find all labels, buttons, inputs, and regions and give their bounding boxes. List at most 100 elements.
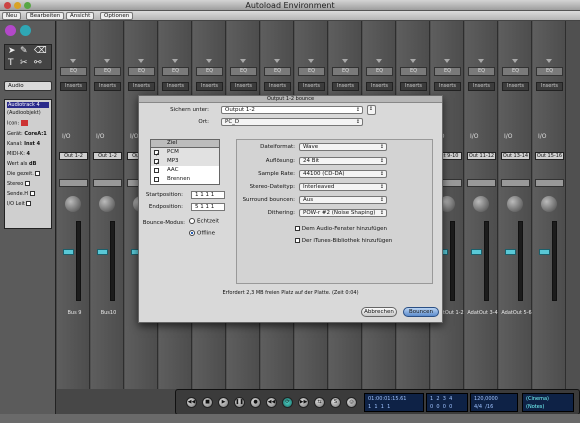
bounce-button[interactable]: Bouncen [403, 307, 439, 317]
pan-knob[interactable] [541, 196, 557, 212]
sync-icon[interactable]: ◎ [346, 397, 357, 408]
file-format-popup[interactable]: Wave [299, 143, 387, 151]
rewind-icon[interactable]: ◀◀ [266, 397, 277, 408]
pan-knob[interactable] [507, 196, 523, 212]
row-checkbox[interactable] [35, 171, 41, 176]
eq-button[interactable]: EQ [536, 67, 563, 76]
inspector-row[interactable]: Stereo [7, 181, 49, 187]
row-checkbox[interactable] [24, 181, 30, 186]
expand-arrow-icon[interactable] [444, 59, 450, 63]
target-aac[interactable]: AAC [151, 166, 219, 175]
pointer-tool-icon[interactable]: ➤ [8, 46, 16, 56]
eq-button[interactable]: EQ [400, 67, 427, 76]
inserts-slot[interactable]: Inserts [366, 82, 393, 91]
expand-arrow-icon[interactable] [172, 59, 178, 63]
stop-icon[interactable]: ■ [202, 397, 213, 408]
stereo-type-popup[interactable]: Interleaved [299, 183, 387, 191]
row-checkbox[interactable] [26, 201, 32, 206]
channel-strip[interactable]: EQ Inserts I/O Out 1-2 Bus10 [91, 21, 124, 389]
inspector-row[interactable]: I/O Leit [7, 201, 49, 207]
replace-icon[interactable]: ⇆ [314, 397, 325, 408]
text-tool-icon[interactable]: T [8, 58, 14, 68]
inspector-title[interactable]: Audiotrack 4 [7, 102, 49, 108]
play-icon[interactable]: ▶ [218, 397, 229, 408]
volume-fader[interactable] [97, 249, 108, 255]
automation-mode[interactable] [535, 179, 564, 187]
expand-arrow-icon[interactable] [138, 59, 144, 63]
inserts-slot[interactable]: Inserts [332, 82, 359, 91]
location-popup[interactable]: PC_D [221, 118, 363, 126]
eq-button[interactable]: EQ [128, 67, 155, 76]
mode-offline-radio[interactable]: Offline [189, 230, 215, 237]
go-to-start-icon[interactable]: ◀◀ [186, 397, 197, 408]
target-mp3[interactable]: ✓ MP3 [151, 157, 219, 167]
expand-arrow-icon[interactable] [274, 59, 280, 63]
radio-icon[interactable] [189, 230, 195, 236]
expand-arrow-icon[interactable] [410, 59, 416, 63]
expand-arrow-icon[interactable] [512, 59, 518, 63]
inserts-slot[interactable]: Inserts [94, 82, 121, 91]
expand-arrow-icon[interactable] [206, 59, 212, 63]
track-icon[interactable] [20, 120, 28, 126]
eq-button[interactable]: EQ [60, 67, 87, 76]
dithering-popup[interactable]: POW-r #2 (Noise Shaping) [299, 209, 387, 217]
solo-icon[interactable]: S [330, 397, 341, 408]
inserts-slot[interactable]: Inserts [264, 82, 291, 91]
cable-tool-icon[interactable]: ⚯ [34, 58, 42, 68]
inspector-row[interactable]: Gerät: CoreA:1 [7, 131, 49, 137]
channel-strip[interactable]: EQ Inserts I/O Out 11-12 AdatOut 3-4 [465, 21, 498, 389]
inserts-slot[interactable]: Inserts [230, 82, 257, 91]
expand-arrow-icon[interactable] [308, 59, 314, 63]
resolution-popup[interactable]: 24 Bit [299, 157, 387, 165]
expand-browser-button[interactable] [367, 105, 376, 115]
target-checkbox[interactable]: ✓ [154, 159, 160, 167]
tempo-display[interactable]: 120,0000 4/4 /16 [470, 393, 518, 412]
eq-button[interactable]: EQ [468, 67, 495, 76]
inserts-slot[interactable]: Inserts [434, 82, 461, 91]
save-as-field[interactable]: Output 1-2 [221, 106, 363, 114]
pencil-tool-icon[interactable]: ✎ [20, 46, 28, 56]
eq-button[interactable]: EQ [162, 67, 189, 76]
inspector-row[interactable]: Sende.H [7, 191, 49, 197]
record-icon[interactable]: ● [250, 397, 261, 408]
target-checkbox[interactable]: ✓ [154, 150, 160, 158]
volume-fader[interactable] [505, 249, 516, 255]
menu-view[interactable]: Ansicht [66, 12, 95, 20]
output-slot[interactable]: Out 15-16 [535, 152, 564, 160]
automation-mode[interactable] [467, 179, 496, 187]
cycle-icon[interactable]: ⟳ [282, 397, 293, 408]
inspector-row[interactable]: MIDI-K: 4 [7, 151, 49, 157]
inserts-slot[interactable]: Inserts [128, 82, 155, 91]
expand-arrow-icon[interactable] [342, 59, 348, 63]
position-display[interactable]: 01:00:01:15.61 1 1 1 1 [364, 393, 424, 412]
channel-strip[interactable]: EQ Inserts I/O Out 13-14 AdatOut 5-6 [499, 21, 532, 389]
menu-edit[interactable]: Bearbeiten [26, 12, 65, 20]
eq-button[interactable]: EQ [94, 67, 121, 76]
target-checkbox[interactable] [154, 177, 159, 182]
start-position-field[interactable]: 1 1 1 1 [191, 191, 225, 199]
inspector-row[interactable]: Die gezeit. [7, 171, 49, 177]
expand-arrow-icon[interactable] [70, 59, 76, 63]
inserts-slot[interactable]: Inserts [298, 82, 325, 91]
inserts-slot[interactable]: Inserts [162, 82, 189, 91]
eq-button[interactable]: EQ [264, 67, 291, 76]
pan-knob[interactable] [99, 196, 115, 212]
output-slot[interactable]: Out 11-12 [467, 152, 496, 160]
mode-display[interactable]: (Cinema) (Notes) [522, 393, 574, 412]
catch-icon[interactable] [20, 25, 31, 36]
channel-strip[interactable]: EQ Inserts I/O Out 1-2 Bus 9 [57, 21, 90, 389]
target-pcm[interactable]: ✓ PCM [151, 148, 219, 158]
output-slot[interactable]: Out 1-2 [59, 152, 88, 160]
link-icon[interactable] [5, 25, 16, 36]
bars-display[interactable]: 1 2 3 4 0 0 0 0 [426, 393, 468, 412]
automation-mode[interactable] [501, 179, 530, 187]
mode-realtime-radio[interactable]: Echtzeit [189, 218, 219, 225]
menu-new[interactable]: Neu [2, 12, 21, 20]
menu-options[interactable]: Optionen [100, 12, 134, 20]
inserts-slot[interactable]: Inserts [196, 82, 223, 91]
output-slot[interactable]: Out 13-14 [501, 152, 530, 160]
scissors-tool-icon[interactable]: ✂ [20, 58, 28, 68]
eq-button[interactable]: EQ [434, 67, 461, 76]
target-checkbox[interactable] [154, 168, 159, 173]
surround-popup[interactable]: Aus [299, 196, 387, 204]
